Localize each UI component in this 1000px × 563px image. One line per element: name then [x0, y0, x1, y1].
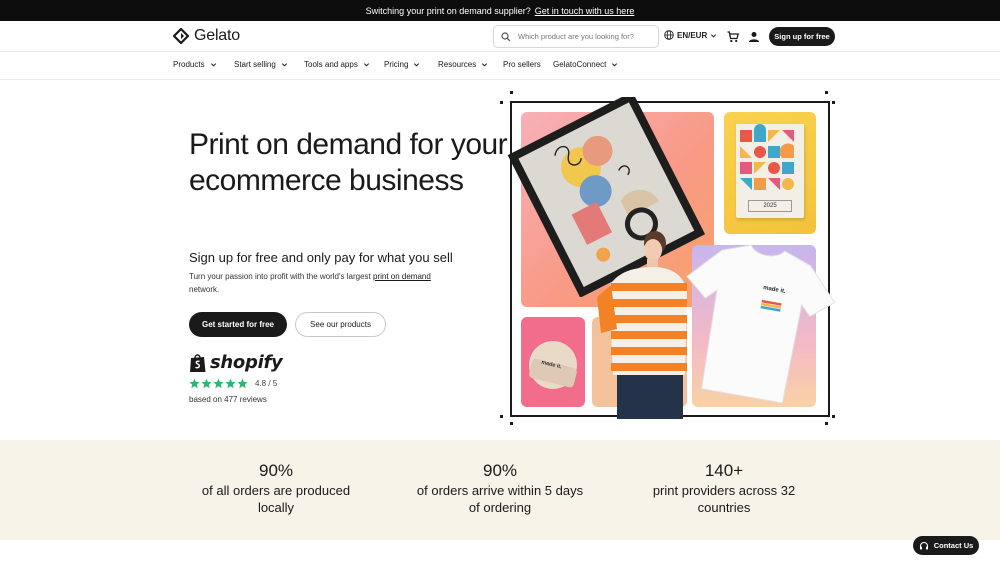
crop-mark: [832, 415, 835, 418]
globe-icon: [664, 30, 674, 40]
white-tshirt: [686, 244, 836, 404]
chevron-down-icon: [612, 63, 618, 67]
headset-icon: [919, 541, 928, 549]
hero-desc-suffix: network.: [189, 285, 220, 294]
stat-value: 90%: [258, 461, 294, 480]
crop-mark: [500, 415, 503, 418]
logo[interactable]: Gelato: [173, 27, 240, 45]
stat-label: of all orders are produced locally: [201, 483, 351, 515]
contact-us-button[interactable]: Contact Us: [913, 536, 979, 555]
gelato-logo-icon: [173, 28, 189, 44]
signup-button[interactable]: Sign up for free: [769, 27, 835, 46]
chevron-down-icon: [414, 63, 420, 67]
see-products-button[interactable]: See our products: [295, 312, 386, 337]
announcement-link[interactable]: Get in touch with us here: [535, 6, 635, 16]
crop-mark: [510, 91, 513, 94]
rating-stars: 4.8 / 5: [189, 378, 277, 389]
reviews-count: based on 477 reviews: [189, 395, 267, 404]
calendar-artwork: [736, 124, 804, 196]
star-icon: [189, 378, 200, 389]
crop-mark: [825, 422, 828, 425]
nav-item-resources[interactable]: Resources: [438, 60, 488, 69]
hero-product-collage: 2025 made it. made it.: [500, 91, 836, 425]
chevron-down-icon: [363, 63, 369, 67]
crop-mark: [510, 422, 513, 425]
user-icon: [749, 32, 759, 42]
shopify-wordmark: shopify: [210, 352, 283, 373]
nav-item-start-selling[interactable]: Start selling: [234, 60, 288, 69]
calendar-year: 2025: [748, 200, 792, 212]
print-on-demand-link[interactable]: print on demand: [373, 272, 431, 281]
locale-selector[interactable]: EN/EUR: [664, 30, 717, 40]
hero-desc-prefix: Turn your passion into profit with the w…: [189, 272, 373, 281]
nav-item-label: Pricing: [384, 60, 409, 69]
nav-item-gelatoconnect[interactable]: GelatoConnect: [553, 60, 618, 69]
chevron-down-icon: [281, 63, 287, 67]
cart-button[interactable]: [727, 30, 740, 48]
cart-icon: [727, 31, 740, 43]
contact-us-label: Contact Us: [933, 541, 974, 550]
star-icon: [237, 378, 248, 389]
nav-item-label: Tools and apps: [304, 60, 358, 69]
star-icon: [225, 378, 236, 389]
get-started-button[interactable]: Get started for free: [189, 312, 287, 337]
hero-subtitle: Sign up for free and only pay for what y…: [189, 250, 453, 265]
nav-item-label: Start selling: [234, 60, 276, 69]
stats-band: 90% of all orders are produced locally 9…: [0, 440, 1000, 540]
search-box[interactable]: [493, 25, 659, 48]
shopify-bag-icon: [190, 353, 206, 372]
hero-description: Turn your passion into profit with the w…: [189, 270, 459, 296]
announcement-text: Switching your print on demand supplier?: [365, 5, 531, 16]
stat-print-providers: 140+ print providers across 32 countries: [624, 460, 824, 516]
search-input[interactable]: [518, 32, 648, 41]
nav-item-label: Products: [173, 60, 205, 69]
crop-mark: [832, 101, 835, 104]
stat-value: 90%: [482, 461, 518, 480]
chevron-down-icon: [711, 33, 717, 37]
chevron-down-icon: [210, 63, 216, 67]
site-header: Gelato EN/EUR Sign up for free: [0, 21, 1000, 52]
announcement-bar: Switching your print on demand supplier?…: [0, 0, 1000, 21]
account-button[interactable]: [748, 30, 760, 48]
nav-item-products[interactable]: Products: [173, 60, 217, 69]
stat-value: 140+: [704, 461, 744, 480]
hero-title: Print on demand for your ecommerce busin…: [189, 128, 508, 197]
rating-value: 4.8 / 5: [255, 379, 278, 388]
stat-label: of orders arrive within 5 days of orderi…: [416, 483, 584, 515]
nav-item-tools-and-apps[interactable]: Tools and apps: [304, 60, 370, 69]
nav-item-label: GelatoConnect: [553, 60, 607, 69]
locale-label: EN/EUR: [677, 30, 708, 40]
nav-item-pricing[interactable]: Pricing: [384, 60, 420, 69]
beanie-tile: made it.: [521, 317, 585, 407]
nav-item-pro-sellers[interactable]: Pro sellers: [503, 60, 541, 69]
nav-item-label: Resources: [438, 60, 477, 69]
main-nav: Products Start selling Tools and apps Pr…: [0, 52, 1000, 80]
stat-delivery-time: 90% of orders arrive within 5 days of or…: [400, 460, 600, 516]
nav-item-label: Pro sellers: [503, 60, 541, 69]
stat-local-production: 90% of all orders are produced locally: [176, 460, 376, 516]
calendar-tile: 2025: [724, 112, 816, 234]
logo-text: Gelato: [194, 27, 240, 44]
shopify-badge: shopify: [189, 352, 283, 373]
search-icon: [501, 31, 511, 41]
chevron-down-icon: [482, 63, 488, 67]
calendar-product: 2025: [736, 124, 804, 218]
stat-label: print providers across 32 countries: [652, 483, 796, 515]
crop-mark: [825, 91, 828, 94]
star-icon: [201, 378, 212, 389]
star-icon: [213, 378, 224, 389]
crop-mark: [500, 101, 503, 104]
